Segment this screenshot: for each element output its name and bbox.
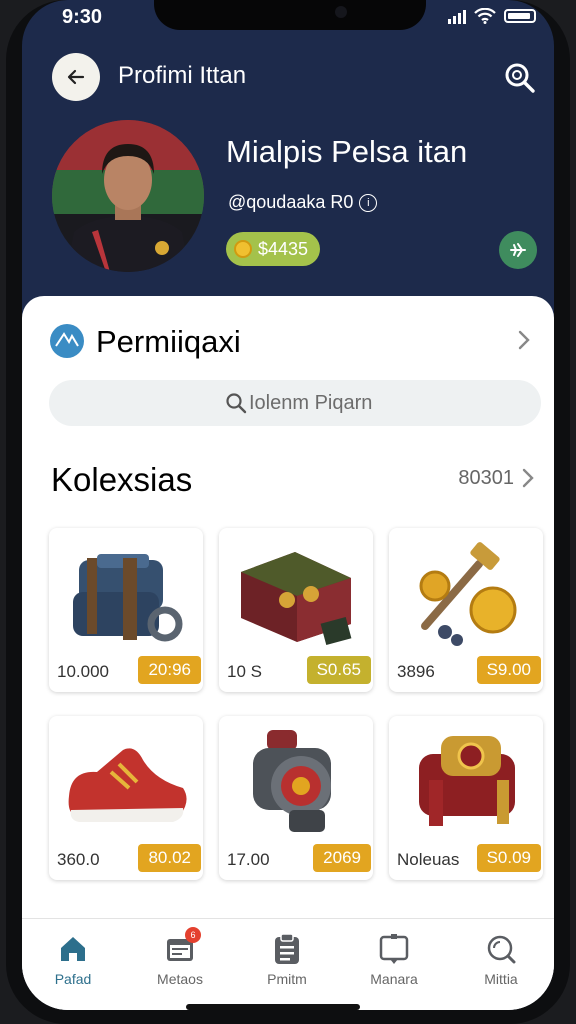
profile-handle: @qoudaaka R0 i	[228, 192, 378, 213]
phone-frame: 9:30 Profimi Ittan Mialpis Pelsa itan @q…	[6, 0, 570, 1024]
back-button[interactable]	[52, 53, 100, 101]
item-price: S0.09	[476, 844, 541, 872]
chevron-right-icon	[518, 330, 530, 350]
item-price: 80.02	[138, 844, 201, 872]
collection-count: 80301	[458, 466, 514, 489]
tab-label: Metaos	[157, 971, 203, 987]
home-indicator[interactable]	[186, 1004, 360, 1010]
item-card[interactable]: 360.0 80.02	[49, 716, 203, 880]
home-icon	[61, 937, 85, 961]
tab-label: Pmitm	[267, 971, 307, 987]
collection-title: Kolexsias	[51, 461, 193, 498]
item-card[interactable]: 17.00 2069	[219, 716, 373, 880]
profile-name: Mialpis Pelsa itan	[226, 134, 468, 169]
search-input[interactable]	[49, 380, 541, 426]
item-price: S0.65	[306, 656, 371, 684]
search-icon	[487, 935, 516, 964]
player-portrait	[52, 120, 204, 272]
item-quantity: 3896	[397, 662, 435, 681]
wifi-icon	[474, 8, 496, 24]
balance-amount: $4435	[258, 238, 309, 259]
tab-messages[interactable]: Manara	[349, 931, 439, 987]
share-button[interactable]	[499, 231, 537, 269]
item-card[interactable]: 10 S S0.65	[219, 528, 373, 692]
main-content: Permiiqaxi Kolexsias 80301	[22, 296, 554, 1010]
clipboard-icon	[275, 933, 299, 964]
bottom-tab-bar: Pafad 6 Metaos Pmitm Manara Mittia	[22, 918, 554, 1010]
item-quantity: 360.0	[57, 850, 100, 869]
item-card[interactable]: Noleuas S0.09	[389, 716, 543, 880]
item-card[interactable]: 10.000 20:96	[49, 528, 203, 692]
page-title: Profimi Ittan	[118, 62, 247, 89]
collection-see-all[interactable]: 80301	[458, 466, 536, 490]
item-quantity: 17.00	[227, 850, 270, 869]
bracer-icon	[419, 736, 515, 826]
item-quantity: Noleuas	[397, 850, 460, 869]
status-icons	[448, 8, 536, 24]
notch	[154, 0, 426, 30]
item-quantity: 10.000	[57, 662, 109, 681]
tab-search[interactable]: Mittia	[456, 931, 546, 987]
sneaker-icon	[68, 748, 187, 822]
front-camera	[335, 6, 347, 18]
handle-text: @qoudaaka R0	[228, 192, 354, 212]
tab-events[interactable]: 6 Metaos	[135, 927, 225, 987]
permissions-row[interactable]: Permiiqaxi	[44, 318, 534, 362]
chevron-right-icon	[522, 468, 534, 488]
status-time: 9:30	[62, 6, 103, 28]
plane-icon	[510, 243, 526, 257]
signal-icon	[448, 8, 466, 24]
tab-label: Pafad	[54, 971, 92, 987]
tab-clipboard[interactable]: Pmitm	[242, 931, 332, 987]
tab-label: Mittia	[484, 971, 518, 987]
globe-icon	[50, 324, 84, 358]
tab-home[interactable]: Pafad	[28, 931, 118, 987]
item-price: S9.00	[476, 656, 541, 684]
item-price: 2069	[313, 844, 371, 872]
message-icon	[379, 934, 409, 964]
item-quantity: 10 S	[227, 662, 262, 681]
coin-icon	[234, 240, 252, 258]
section-title: Permiiqaxi	[96, 324, 241, 359]
coins-hammer-icon	[419, 542, 517, 646]
search-bar	[49, 380, 541, 426]
header-search-button[interactable]	[500, 58, 540, 98]
notification-badge: 6	[185, 927, 201, 943]
backpack-icon	[73, 554, 183, 642]
chest-icon	[241, 552, 352, 645]
arrow-left-icon	[67, 69, 85, 85]
watch-icon	[253, 730, 331, 832]
item-price: 20:96	[138, 656, 201, 684]
avatar[interactable]	[52, 120, 204, 272]
item-card[interactable]: 3896 S9.00	[389, 528, 543, 692]
battery-icon	[504, 9, 536, 23]
app-screen: 9:30 Profimi Ittan Mialpis Pelsa itan @q…	[22, 0, 554, 1010]
info-icon[interactable]: i	[359, 193, 378, 212]
search-icon	[505, 63, 535, 93]
balance-pill[interactable]: $4435	[226, 232, 321, 266]
tab-label: Manara	[370, 971, 418, 987]
